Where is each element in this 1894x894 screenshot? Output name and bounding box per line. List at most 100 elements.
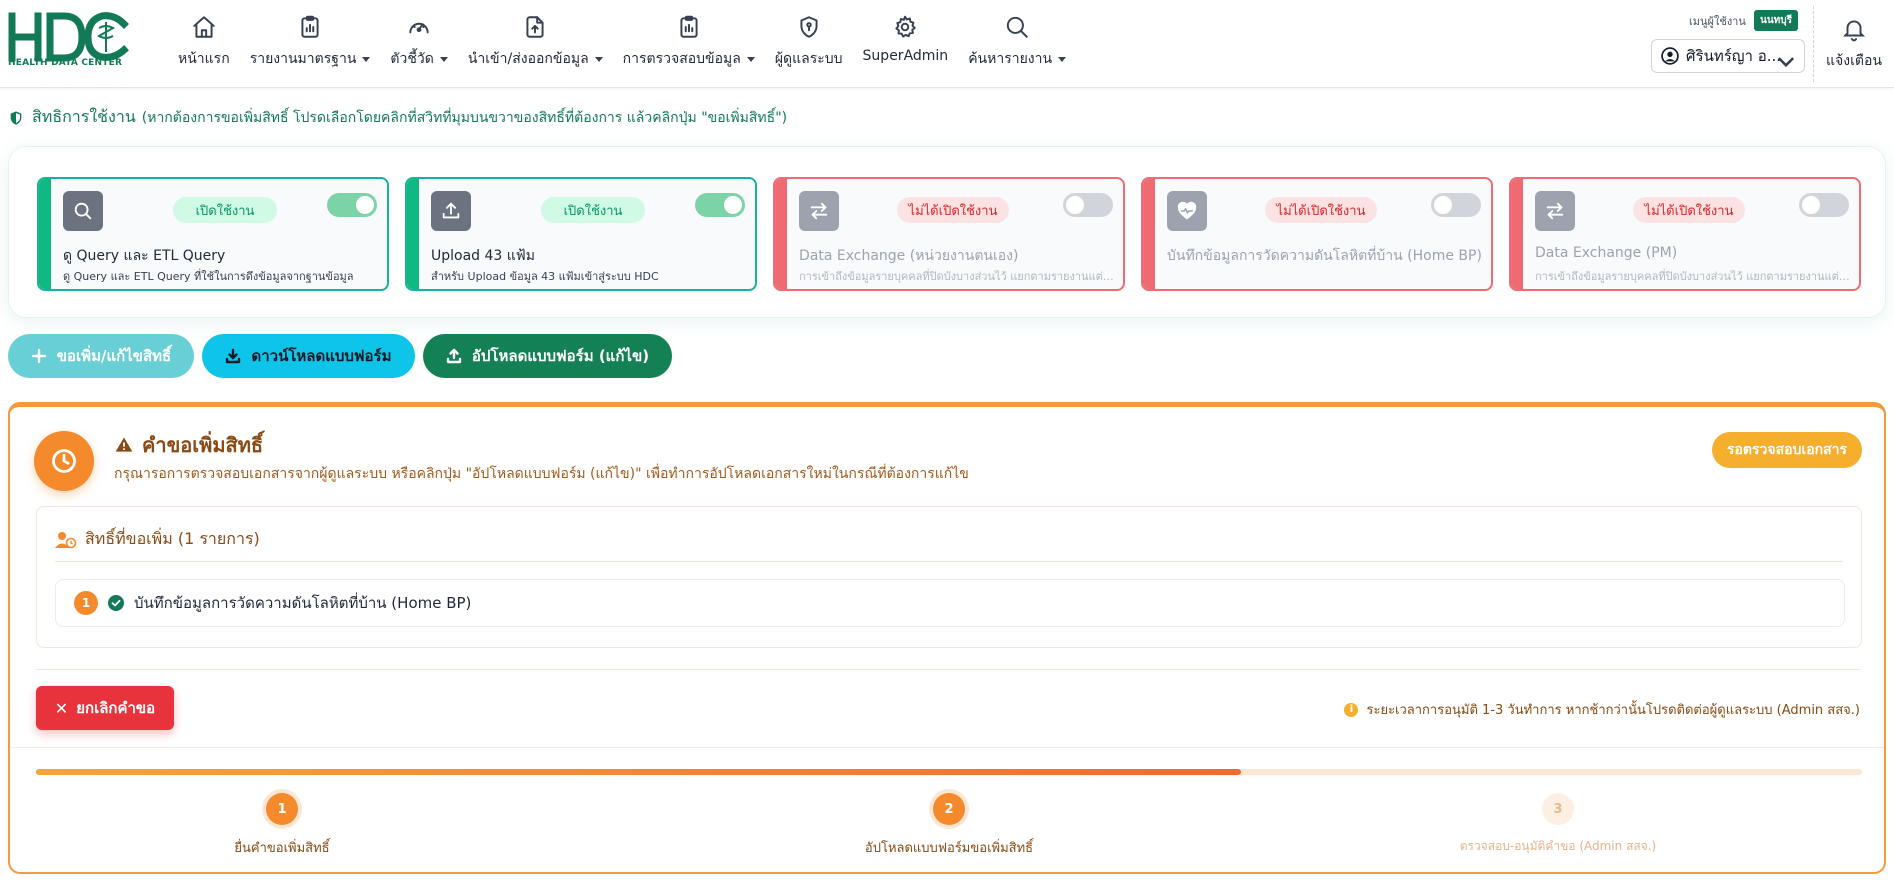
notifications-button[interactable]: แจ้งเตือน — [1824, 16, 1884, 72]
card-status-badge: เปิดใช้งาน — [173, 197, 277, 223]
permission-card-upload-43[interactable]: เปิดใช้งาน Upload 43 แฟ้ม สำหรับ Upload … — [405, 177, 757, 291]
caret-down-icon — [362, 56, 371, 62]
main-nav: หน้าแรก รายงานมาตรฐาน ตัวชี้วัด นำเข้า/ส… — [178, 14, 1086, 74]
user-clock-icon — [55, 531, 77, 548]
step-label: ตรวจสอบ-อนุมัติคำขอ (Admin สสจ.) — [1459, 839, 1657, 853]
logo-subtitle: HEALTH DATA CENTER — [8, 58, 123, 68]
user-name: ศิรินทร์ญา อ... — [1686, 47, 1782, 65]
card-title: ดู Query และ ETL Query — [63, 248, 226, 264]
nav-data-validation-label: การตรวจสอบข้อมูล — [622, 51, 741, 67]
card-description: สำหรับ Upload ข้อมูล 43 แฟ้มเข้าสู่ระบบ … — [431, 270, 659, 283]
divider — [10, 747, 1884, 748]
toggle-knob — [724, 196, 742, 214]
caret-down-icon — [594, 56, 603, 62]
download-form-button[interactable]: ดาวน์โหลดแบบฟอร์ม — [202, 334, 415, 378]
nav-search-reports-label: ค้นหารายงาน — [968, 51, 1053, 67]
step-3: 3 ตรวจสอบ-อนุมัติคำขอ (Admin สสจ.) — [1438, 793, 1678, 856]
request-permission-button[interactable]: ขอเพิ่ม/แก้ไขสิทธิ์ — [8, 334, 194, 378]
request-subtitle: กรุณารอการตรวจสอบเอกสารจากผู้ดูแลระบบ หร… — [114, 466, 969, 482]
bell-icon — [1842, 20, 1866, 42]
card-status-badge: ไม่ได้เปิดใช้งาน — [1265, 197, 1377, 223]
exchange-icon — [810, 202, 828, 220]
permission-card-data-exchange-pm[interactable]: ไม่ได้เปิดใช้งาน Data Exchange (PM) การเ… — [1509, 177, 1861, 291]
item-number: 1 — [74, 591, 98, 615]
nav-search-reports[interactable]: ค้นหารายงาน — [968, 14, 1067, 74]
approval-note-text: ระยะเวลาการอนุมัติ 1-3 วันทำการ หากช้ากว… — [1366, 703, 1860, 718]
chevron-down-icon — [1777, 57, 1795, 68]
step-number: 3 — [1542, 793, 1574, 825]
card-icon-box — [63, 191, 103, 231]
user-dropdown[interactable]: ศิรินทร์ญา อ... — [1651, 39, 1805, 73]
gauge-icon — [409, 22, 429, 34]
heart-pulse-icon — [1177, 201, 1197, 220]
user-menu-label: เมนูผู้ใช้งาน — [1689, 15, 1746, 28]
plus-icon — [31, 348, 46, 364]
requested-permissions-title: สิทธิ์ที่ขอเพิ่ม (1 รายการ) — [85, 529, 260, 548]
card-stripe — [1143, 179, 1155, 289]
file-upload-icon — [526, 16, 544, 38]
upload-form-button[interactable]: อัปโหลดแบบฟอร์ม (แก้ไข) — [423, 334, 672, 378]
nav-admin[interactable]: ผู้ดูแลระบบ — [775, 14, 843, 74]
permission-toggle-data-exchange-pm[interactable] — [1799, 193, 1849, 217]
nav-import-export[interactable]: นำเข้า/ส่งออกข้อมูล — [468, 14, 603, 74]
request-title: คำขอเพิ่มสิทธิ์ — [114, 429, 263, 461]
approval-note: i ระยะเวลาการอนุมัติ 1-3 วันทำการ หากช้า… — [1344, 699, 1860, 720]
top-navbar: HEALTH DATA CENTER หน้าแรก รายงานมาตรฐาน… — [0, 0, 1894, 88]
card-description: ดู Query และ ETL Query ที่ใช้ในการดึงข้อ… — [63, 270, 354, 283]
nav-superadmin-label: SuperAdmin — [862, 48, 949, 64]
close-icon: ✕ — [54, 698, 69, 718]
nav-home-label: หน้าแรก — [178, 51, 230, 67]
warning-icon — [115, 437, 133, 452]
notifications-label: แจ้งเตือน — [1826, 53, 1882, 69]
permissions-hint: (หากต้องการขอเพิ่มสิทธิ์ โปรดเลือกโดยคลิ… — [141, 109, 788, 126]
nav-admin-label: ผู้ดูแลระบบ — [774, 51, 843, 67]
step-2: 2 อัปโหลดแบบฟอร์มขอเพิ่มสิทธิ์ — [829, 793, 1069, 858]
nav-home[interactable]: หน้าแรก — [178, 14, 230, 74]
nav-superadmin[interactable]: SuperAdmin — [862, 14, 949, 74]
divider — [55, 561, 1843, 562]
nav-standard-reports-label: รายงานมาตรฐาน — [249, 51, 357, 67]
permission-card-query[interactable]: เปิดใช้งาน ดู Query และ ETL Query ดู Que… — [37, 177, 389, 291]
user-circle-icon — [1661, 47, 1679, 65]
permission-card-data-exchange-own[interactable]: ไม่ได้เปิดใช้งาน Data Exchange (หน่วยงาน… — [773, 177, 1125, 291]
nav-standard-reports[interactable]: รายงานมาตรฐาน — [250, 14, 371, 74]
progress-bar-fill — [36, 769, 1242, 775]
card-description: การเข้าถึงข้อมูลรายบุคคลที่ปิดบังบางส่วน… — [799, 270, 1115, 283]
card-stripe — [775, 179, 787, 289]
requested-permissions-box: สิทธิ์ที่ขอเพิ่ม (1 รายการ) 1 บันทึกข้อม… — [36, 506, 1862, 648]
card-status-badge: เปิดใช้งาน — [541, 197, 645, 223]
toggle-knob — [356, 196, 374, 214]
permission-toggle-upload-43[interactable] — [695, 193, 745, 217]
nav-import-export-label: นำเข้า/ส่งออกข้อมูล — [467, 51, 589, 67]
toggle-knob — [1066, 196, 1084, 214]
status-badge: รอตรวจสอบเอกสาร — [1712, 432, 1862, 468]
nav-indicators[interactable]: ตัวชี้วัด — [390, 14, 448, 74]
progress-bar — [36, 769, 1862, 775]
shield-key-icon — [800, 16, 818, 38]
card-title: Data Exchange (PM) — [1535, 245, 1678, 261]
cancel-request-button[interactable]: ✕ ยกเลิกคำขอ — [36, 686, 174, 730]
permission-request-panel: คำขอเพิ่มสิทธิ์ กรุณารอการตรวจสอบเอกสารจ… — [8, 402, 1886, 874]
toggle-knob — [1434, 196, 1452, 214]
permission-toggle-query[interactable] — [327, 193, 377, 217]
nav-data-validation[interactable]: การตรวจสอบข้อมูล — [623, 14, 755, 74]
card-status-badge: ไม่ได้เปิดใช้งาน — [1633, 197, 1745, 223]
caret-down-icon — [1058, 56, 1067, 62]
permission-cards-container: เปิดใช้งาน ดู Query และ ETL Query ดู Que… — [8, 146, 1886, 318]
permission-toggle-home-bp[interactable] — [1431, 193, 1481, 217]
card-icon-box — [431, 191, 471, 231]
step-label: อัปโหลดแบบฟอร์มขอเพิ่มสิทธิ์ — [864, 841, 1034, 856]
permission-card-home-bp[interactable]: ไม่ได้เปิดใช้งาน บันทึกข้อมูลการวัดความด… — [1141, 177, 1493, 291]
shield-icon — [10, 110, 22, 125]
card-icon-box — [799, 191, 839, 231]
card-description: การเข้าถึงข้อมูลรายบุคคลที่ปิดบังบางส่วน… — [1535, 270, 1851, 283]
clock-glyph — [52, 449, 76, 473]
permission-toggle-data-exchange-own[interactable] — [1063, 193, 1113, 217]
divider — [36, 669, 1860, 670]
card-title: Data Exchange (หน่วยงานตนเอง) — [799, 248, 1019, 264]
card-icon-box — [1167, 191, 1207, 231]
search-icon — [74, 202, 92, 220]
upload-icon — [446, 348, 462, 364]
list-item: 1 บันทึกข้อมูลการวัดความดันโลหิตที่บ้าน … — [55, 579, 1845, 627]
upload-icon — [442, 202, 460, 219]
